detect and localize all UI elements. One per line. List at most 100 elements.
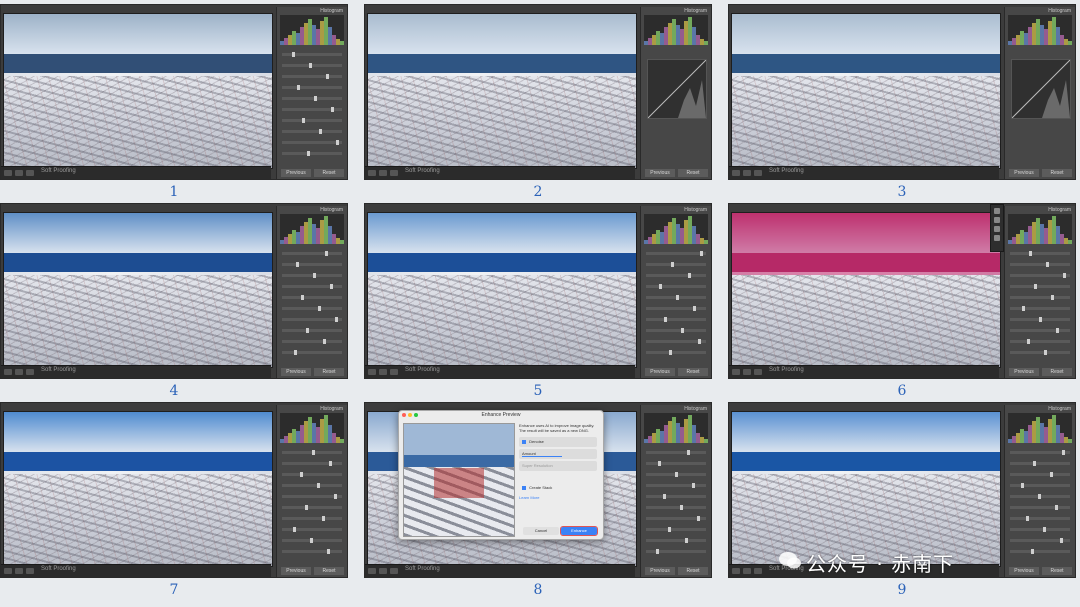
slider-knob[interactable]: [659, 284, 662, 289]
soft-proofing-label[interactable]: Soft Proofing: [41, 367, 76, 373]
slider-knob[interactable]: [302, 118, 305, 123]
slider-knob[interactable]: [663, 494, 666, 499]
adjustment-slider[interactable]: [282, 306, 342, 311]
adjustment-slider[interactable]: [282, 118, 342, 123]
enhance-button[interactable]: Enhance: [560, 526, 598, 536]
mask-tool-icon[interactable]: [994, 235, 1000, 241]
slider-knob[interactable]: [692, 483, 695, 488]
slider-knob[interactable]: [314, 96, 317, 101]
compare-icon[interactable]: [379, 369, 387, 375]
slider-knob[interactable]: [681, 328, 684, 333]
slider-knob[interactable]: [309, 63, 312, 68]
adjustment-slider[interactable]: [1010, 450, 1070, 455]
adjustment-slider[interactable]: [282, 527, 342, 532]
denoise-checkbox[interactable]: [522, 439, 526, 444]
compare-icon[interactable]: [379, 170, 387, 176]
adjustment-slider[interactable]: [646, 527, 706, 532]
slider-knob[interactable]: [305, 505, 308, 510]
slider-knob[interactable]: [307, 151, 310, 156]
slider-knob[interactable]: [322, 516, 325, 521]
adjustment-slider[interactable]: [282, 472, 342, 477]
slider-knob[interactable]: [330, 284, 333, 289]
adjustment-slider[interactable]: [282, 151, 342, 156]
stack-option[interactable]: Create Stack: [519, 483, 597, 493]
slider-knob[interactable]: [301, 295, 304, 300]
adjustment-slider[interactable]: [282, 85, 342, 90]
adjustment-slider[interactable]: [282, 96, 342, 101]
reset-button[interactable]: Reset: [314, 567, 344, 575]
adjustment-slider[interactable]: [282, 63, 342, 68]
previous-button[interactable]: Previous: [645, 169, 675, 177]
slider-knob[interactable]: [668, 527, 671, 532]
slider-knob[interactable]: [1046, 262, 1049, 267]
compare-icon[interactable]: [379, 568, 387, 574]
reset-button[interactable]: Reset: [678, 567, 708, 575]
soft-proofing-label[interactable]: Soft Proofing: [769, 168, 804, 174]
view-mode-icon[interactable]: [368, 568, 376, 574]
previous-button[interactable]: Previous: [645, 567, 675, 575]
adjustment-slider[interactable]: [282, 516, 342, 521]
soft-proofing-label[interactable]: Soft Proofing: [405, 566, 440, 572]
slider-knob[interactable]: [664, 317, 667, 322]
reset-button[interactable]: Reset: [1042, 368, 1072, 376]
slider-knob[interactable]: [293, 527, 296, 532]
view-mode-icon[interactable]: [4, 369, 12, 375]
reset-button[interactable]: Reset: [1042, 567, 1072, 575]
stack-checkbox[interactable]: [522, 485, 526, 490]
adjustment-slider[interactable]: [646, 295, 706, 300]
cancel-button[interactable]: Cancel: [523, 527, 559, 535]
soft-proofing-label[interactable]: Soft Proofing: [41, 566, 76, 572]
amount-slider[interactable]: Amount: [519, 449, 597, 459]
slider-knob[interactable]: [700, 251, 703, 256]
slider-knob[interactable]: [325, 251, 328, 256]
adjustment-slider[interactable]: [1010, 350, 1070, 355]
slider-knob[interactable]: [306, 328, 309, 333]
compare-icon[interactable]: [743, 568, 751, 574]
slider-knob[interactable]: [669, 350, 672, 355]
adjustment-slider[interactable]: [282, 284, 342, 289]
adjustment-slider[interactable]: [282, 129, 342, 134]
slider-knob[interactable]: [1051, 295, 1054, 300]
slider-knob[interactable]: [292, 52, 295, 57]
view-mode-icon[interactable]: [368, 369, 376, 375]
slider-knob[interactable]: [1063, 273, 1066, 278]
soft-proofing-label[interactable]: Soft Proofing: [405, 367, 440, 373]
slider-knob[interactable]: [688, 273, 691, 278]
slider-knob[interactable]: [680, 505, 683, 510]
crop-tool-icon[interactable]: [994, 208, 1000, 214]
adjustment-slider[interactable]: [1010, 306, 1070, 311]
adjustment-slider[interactable]: [1010, 339, 1070, 344]
soft-proofing-label[interactable]: Soft Proofing: [769, 367, 804, 373]
slider-knob[interactable]: [323, 339, 326, 344]
loupe-icon[interactable]: [26, 369, 34, 375]
slider-knob[interactable]: [656, 549, 659, 554]
slider-knob[interactable]: [318, 306, 321, 311]
adjustment-slider[interactable]: [1010, 549, 1070, 554]
adjustment-slider[interactable]: [646, 450, 706, 455]
slider-knob[interactable]: [1044, 350, 1047, 355]
slider-knob[interactable]: [312, 450, 315, 455]
tone-curve[interactable]: [647, 59, 707, 119]
slider-knob[interactable]: [310, 538, 313, 543]
adjustment-slider[interactable]: [1010, 317, 1070, 322]
reset-button[interactable]: Reset: [1042, 169, 1072, 177]
adjustment-slider[interactable]: [282, 74, 342, 79]
adjustment-slider[interactable]: [646, 472, 706, 477]
adjustment-slider[interactable]: [1010, 328, 1070, 333]
slider-knob[interactable]: [1029, 251, 1032, 256]
super-resolution-option[interactable]: Super Resolution: [519, 461, 597, 471]
reset-button[interactable]: Reset: [314, 368, 344, 376]
compare-icon[interactable]: [743, 170, 751, 176]
adjustment-slider[interactable]: [282, 295, 342, 300]
adjustment-slider[interactable]: [646, 350, 706, 355]
soft-proofing-label[interactable]: Soft Proofing: [405, 168, 440, 174]
adjustment-slider[interactable]: [282, 107, 342, 112]
adjustment-slider[interactable]: [282, 251, 342, 256]
slider-knob[interactable]: [336, 140, 339, 145]
adjustment-slider[interactable]: [646, 328, 706, 333]
adjustment-slider[interactable]: [282, 273, 342, 278]
adjustment-slider[interactable]: [646, 262, 706, 267]
slider-knob[interactable]: [685, 538, 688, 543]
adjustment-slider[interactable]: [282, 505, 342, 510]
reset-button[interactable]: Reset: [314, 169, 344, 177]
